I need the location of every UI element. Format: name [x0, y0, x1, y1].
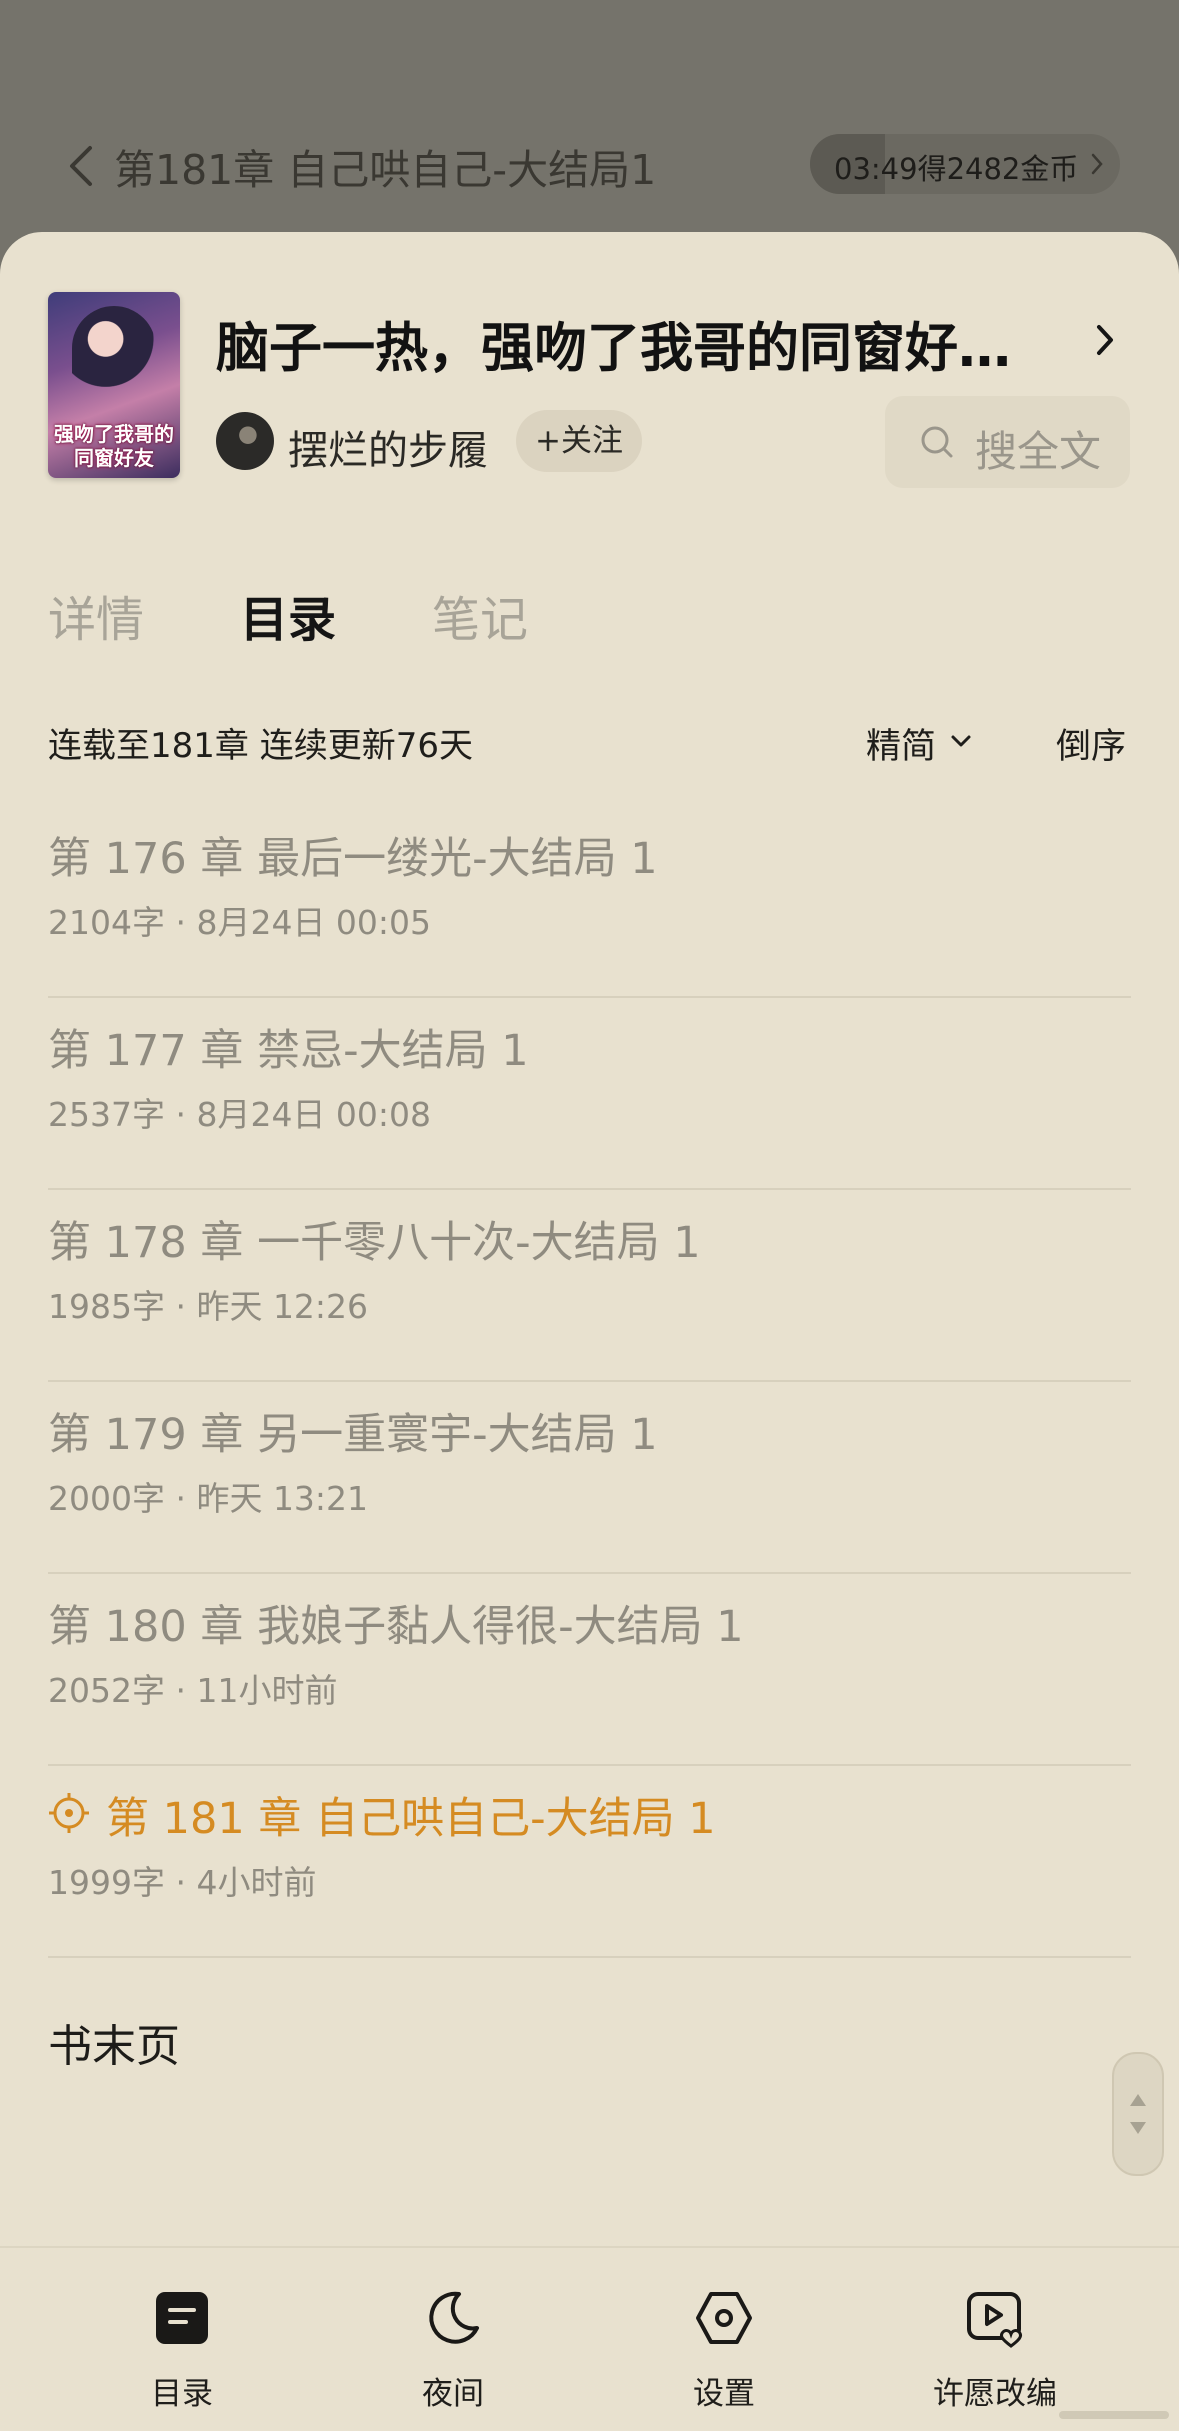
filter-dropdown[interactable]: 精简 [866, 718, 936, 769]
chapter-meta: 2537字 · 8月24日 00:08 [48, 1095, 432, 1134]
chapter-item[interactable]: 第 177 章 禁忌-大结局 1 2537字 · 8月24日 00:08 [48, 998, 1131, 1190]
chapter-title: 第 179 章 另一重寰宇-大结局 1 [48, 1410, 658, 1460]
search-label: 搜全文 [975, 427, 1102, 476]
chapter-meta: 2104字 · 8月24日 00:05 [48, 903, 432, 942]
moon-icon [429, 2291, 479, 2344]
chapter-title: 第 178 章 一千零八十次-大结局 1 [48, 1218, 701, 1268]
chapter-title: 第 177 章 禁忌-大结局 1 [48, 1026, 529, 1076]
fast-scroll-handle[interactable] [1112, 2052, 1164, 2176]
nav-toc[interactable]: 目录 [82, 2248, 282, 2431]
author-avatar[interactable] [216, 412, 274, 470]
current-position-icon [49, 1793, 89, 1833]
nav-label: 夜间 [422, 2376, 484, 2412]
search-icon [921, 426, 953, 458]
follow-button[interactable]: +关注 [516, 410, 642, 472]
coin-timer-text: 03:49得2482金币 [834, 152, 1079, 186]
wish-adapt-icon [967, 2292, 1023, 2348]
bottom-nav: 目录 夜间 设置 许愿改编 [0, 2246, 1179, 2431]
author-name[interactable]: 摆烂的步履 [288, 418, 488, 476]
back-chevron-icon[interactable] [66, 142, 96, 190]
nav-label: 设置 [693, 2376, 755, 2412]
chevron-down-icon[interactable] [950, 734, 972, 748]
chapter-title: 第 181 章 自己哄自己-大结局 1 [106, 1794, 716, 1844]
book-title[interactable]: 脑子一热，强吻了我哥的同窗好… [216, 306, 1011, 382]
chapter-meta: 2000字 · 昨天 13:21 [48, 1479, 369, 1518]
chapter-title: 第 180 章 我娘子黏人得很-大结局 1 [48, 1602, 744, 1652]
chapter-meta: 2052字 · 11小时前 [48, 1671, 338, 1710]
book-end-page-link[interactable]: 书末页 [48, 2010, 180, 2074]
nav-label: 目录 [151, 2376, 213, 2412]
chapter-item-current[interactable]: 第 181 章 自己哄自己-大结局 1 1999字 · 4小时前 [48, 1766, 1131, 1958]
toc-icon [156, 2292, 208, 2344]
nav-night-mode[interactable]: 夜间 [353, 2248, 553, 2431]
serial-status: 连载至181章 连续更新76天 [48, 726, 473, 766]
search-full-text-button[interactable]: 搜全文 [885, 396, 1130, 488]
reader-chapter-title: 第181章 自己哄自己-大结局1 [114, 146, 657, 194]
chapter-meta: 1999字 · 4小时前 [48, 1863, 317, 1902]
chapter-item[interactable]: 第 180 章 我娘子黏人得很-大结局 1 2052字 · 11小时前 [48, 1574, 1131, 1766]
reader-top-bar: 第181章 自己哄自己-大结局1 03:49得2482金币 [0, 0, 1179, 260]
chapter-item[interactable]: 第 179 章 另一重寰宇-大结局 1 2000字 · 昨天 13:21 [48, 1382, 1131, 1574]
chevron-right-icon [1091, 153, 1103, 175]
chapter-item[interactable]: 第 178 章 一千零八十次-大结局 1 1985字 · 昨天 12:26 [48, 1190, 1131, 1382]
chapter-meta: 1985字 · 昨天 12:26 [48, 1287, 369, 1326]
cover-illustration [72, 306, 156, 400]
coin-reward-timer[interactable]: 03:49得2482金币 [810, 134, 1120, 194]
toc-sheet: 强吻了我哥的同窗好友 脑子一热，强吻了我哥的同窗好… 摆烂的步履 +关注 搜全文… [0, 232, 1179, 2431]
cover-title-text: 强吻了我哥的同窗好友 [54, 422, 174, 470]
home-indicator [1059, 2411, 1169, 2419]
chapter-item[interactable]: 第 176 章 最后一缕光-大结局 1 2104字 · 8月24日 00:05 [48, 806, 1131, 998]
tab-notes[interactable]: 笔记 [432, 580, 528, 650]
nav-settings[interactable]: 设置 [624, 2248, 824, 2431]
chevron-right-icon[interactable] [1094, 322, 1116, 358]
book-cover[interactable]: 强吻了我哥的同窗好友 [48, 292, 180, 478]
tab-details[interactable]: 详情 [48, 580, 144, 650]
divider [48, 1956, 1131, 1958]
reverse-order-button[interactable]: 倒序 [1056, 718, 1126, 769]
scroll-arrows-icon [1130, 2094, 1146, 2134]
settings-icon [696, 2292, 752, 2344]
chapter-title: 第 176 章 最后一缕光-大结局 1 [48, 834, 658, 884]
tab-toc[interactable]: 目录 [240, 580, 336, 650]
